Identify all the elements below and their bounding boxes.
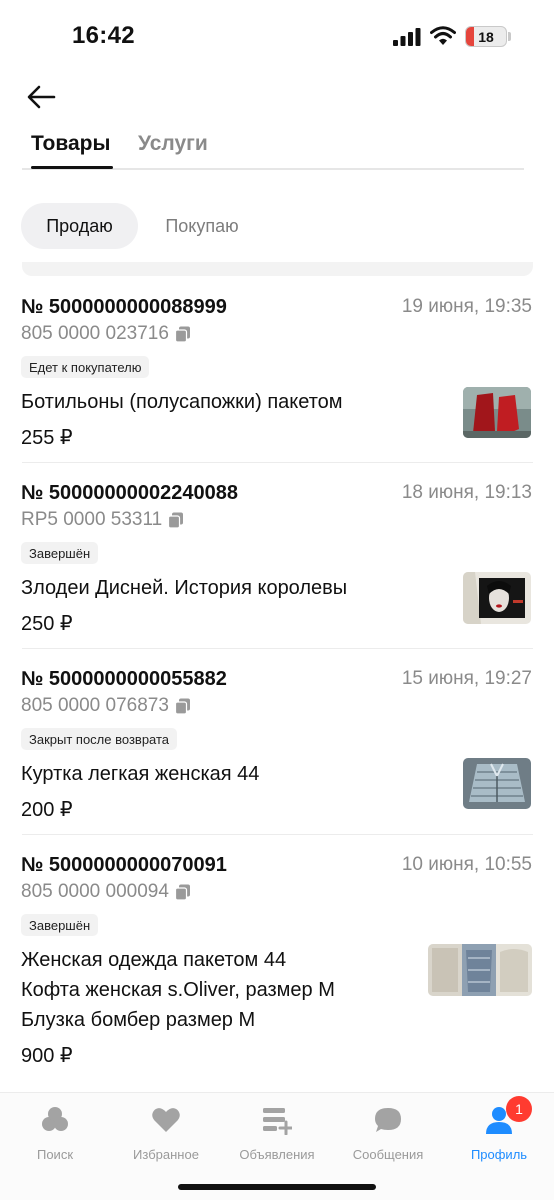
status-badge: Закрыт после возврата — [21, 728, 178, 750]
order-date: 19 июня, 19:35 — [401, 296, 532, 317]
ads-list-icon — [263, 1108, 292, 1135]
item-title: Злодеи Дисней. История королевы — [21, 577, 348, 599]
nav-search[interactable]: Поиск — [0, 1101, 110, 1165]
order-date: 15 июня, 19:27 — [401, 668, 532, 689]
nav-search-label: Поиск — [36, 1147, 74, 1162]
order-card[interactable]: № 5000000000088999 19 июня, 19:35 805 00… — [0, 290, 554, 462]
back-arrow-icon[interactable] — [24, 82, 58, 112]
item-price: 250 ₽ — [21, 613, 73, 635]
product-thumbnail — [428, 944, 532, 996]
nav-favorites[interactable]: Избранное — [111, 1101, 221, 1165]
heart-icon — [152, 1108, 180, 1132]
wifi-icon — [430, 26, 456, 45]
nav-profile[interactable]: Профиль — [444, 1101, 554, 1165]
product-thumbnail — [463, 387, 531, 438]
category-tabs: Товары Услуги — [22, 126, 524, 170]
order-card[interactable]: № 5000000000070091 10 июня, 10:55 805 00… — [0, 848, 554, 1078]
nav-profile-label: Профиль — [470, 1147, 528, 1162]
segment-buying[interactable]: Покупаю — [140, 203, 264, 249]
tracking-number: 805 0000 000094 — [21, 881, 191, 903]
tracking-number-text: 805 0000 076873 — [21, 695, 169, 716]
order-date: 18 июня, 19:13 — [401, 482, 532, 503]
nav-favorites-label: Избранное — [133, 1147, 199, 1162]
tracking-number-text: RP5 0000 53311 — [21, 509, 163, 530]
tracking-number-text: 805 0000 000094 — [21, 881, 169, 902]
order-date: 10 июня, 10:55 — [401, 854, 532, 875]
order-number: № 5000000000088999 — [21, 296, 227, 318]
active-tab-indicator — [31, 166, 113, 169]
copy-icon[interactable] — [168, 512, 184, 529]
status-bar: 16:42 18 — [0, 0, 554, 70]
item-price: 255 ₽ — [21, 427, 73, 449]
segment-selling[interactable]: Продаю — [21, 203, 138, 249]
tracking-number: 805 0000 076873 — [21, 695, 191, 717]
item-price: 200 ₽ — [21, 799, 73, 821]
nav-messages[interactable]: Сообщения — [333, 1101, 443, 1165]
product-thumbnail — [463, 572, 531, 624]
tab-goods[interactable]: Товары — [31, 132, 110, 156]
copy-icon[interactable] — [174, 698, 191, 715]
home-indicator — [178, 1184, 376, 1190]
order-number: № 50000000002240088 — [21, 482, 238, 504]
item-title: Куртка легкая женская 44 — [21, 763, 260, 785]
item-price: 900 ₽ — [21, 1045, 73, 1067]
copy-icon[interactable] — [174, 884, 191, 901]
notification-count-badge: 1 — [506, 1096, 532, 1122]
tab-services[interactable]: Услуги — [138, 132, 208, 156]
search-icon — [42, 1107, 68, 1131]
nav-ads-label: Объявления — [239, 1147, 315, 1162]
tracking-number: RP5 0000 53311 — [21, 509, 184, 531]
item-title: Кофта женская s.Oliver, размер M — [21, 979, 335, 1001]
nav-messages-label: Сообщения — [352, 1147, 424, 1162]
status-badge: Едет к покупателю — [21, 356, 150, 378]
clock: 16:42 — [72, 22, 135, 49]
product-thumbnail — [463, 758, 531, 809]
chat-bubble-icon — [375, 1108, 401, 1132]
order-number: № 5000000000070091 — [21, 854, 227, 876]
scrolled-card-edge — [22, 262, 533, 276]
nav-ads[interactable]: Объявления — [222, 1101, 332, 1165]
item-title: Ботильоны (полусапожки) пакетом — [21, 391, 343, 413]
battery-icon: 18 — [465, 26, 507, 47]
status-badge: Завершён — [21, 542, 99, 564]
item-title: Блузка бомбер размер M — [21, 1009, 256, 1031]
cellular-signal-icon — [393, 28, 421, 46]
order-number: № 5000000000055882 — [21, 668, 227, 690]
battery-level: 18 — [478, 29, 494, 45]
tracking-number: 805 0000 023716 — [21, 323, 191, 345]
tracking-number-text: 805 0000 023716 — [21, 323, 169, 344]
status-badge: Завершён — [21, 914, 99, 936]
order-card[interactable]: № 50000000002240088 18 июня, 19:13 RP5 0… — [0, 476, 554, 648]
order-card[interactable]: № 5000000000055882 15 июня, 19:27 805 00… — [0, 662, 554, 834]
item-title: Женская одежда пакетом 44 — [21, 949, 287, 971]
copy-icon[interactable] — [174, 326, 191, 343]
